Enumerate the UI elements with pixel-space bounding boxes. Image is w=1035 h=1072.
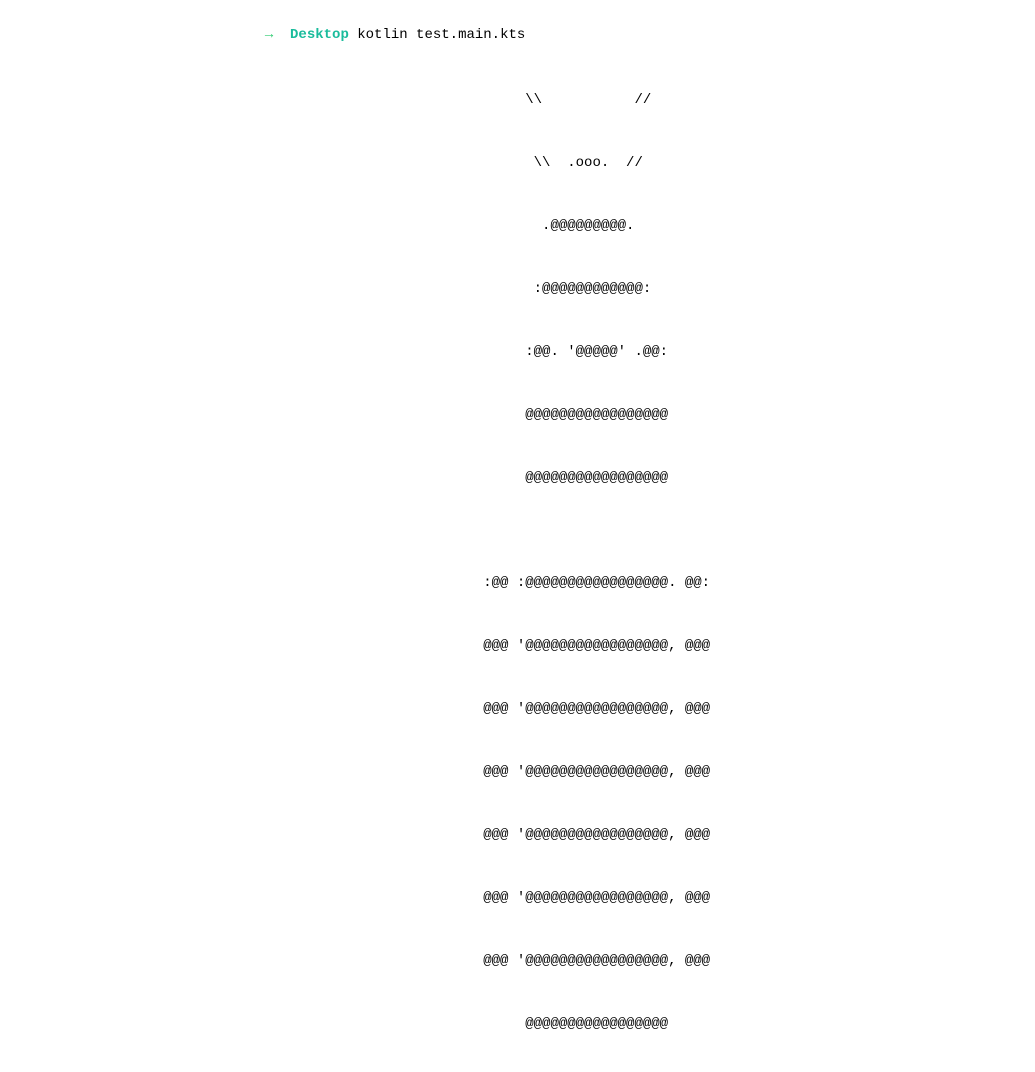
- ascii-line: @@@@@@@@@@@@@@@@@: [248, 1014, 1035, 1035]
- ascii-line: .@@@@@@@@@.: [248, 216, 1035, 237]
- ascii-line: @@@ '@@@@@@@@@@@@@@@@@, @@@: [248, 699, 1035, 720]
- ascii-line: @@@ '@@@@@@@@@@@@@@@@@, @@@: [248, 888, 1035, 909]
- prompt-directory: Desktop: [290, 27, 349, 43]
- ascii-line: \\ //: [248, 90, 1035, 111]
- prompt-line[interactable]: → Desktop kotlin test.main.kts: [248, 4, 1035, 46]
- ascii-line: @@@@@@@@@@@@@@@@@: [248, 405, 1035, 426]
- ascii-line: @@@ '@@@@@@@@@@@@@@@@@, @@@: [248, 825, 1035, 846]
- prompt-arrow-icon: →: [265, 27, 273, 43]
- ascii-line: :@@ :@@@@@@@@@@@@@@@@@. @@:: [248, 573, 1035, 594]
- ascii-line: @@@ '@@@@@@@@@@@@@@@@@, @@@: [248, 762, 1035, 783]
- ascii-line: :@@@@@@@@@@@@:: [248, 279, 1035, 300]
- ascii-line: @@@ '@@@@@@@@@@@@@@@@@, @@@: [248, 951, 1035, 972]
- ascii-line: \\ .ooo. //: [248, 153, 1035, 174]
- ascii-line: @@@@@@@@@@@@@@@@@: [248, 468, 1035, 489]
- ascii-line: @@@ '@@@@@@@@@@@@@@@@@, @@@: [248, 636, 1035, 657]
- ascii-art-output: \\ // \\ .ooo. // .@@@@@@@@@. :@@@@@@@@@…: [248, 48, 1035, 1072]
- command-text: kotlin test.main.kts: [357, 27, 525, 43]
- ascii-line: :@@. '@@@@@' .@@:: [248, 342, 1035, 363]
